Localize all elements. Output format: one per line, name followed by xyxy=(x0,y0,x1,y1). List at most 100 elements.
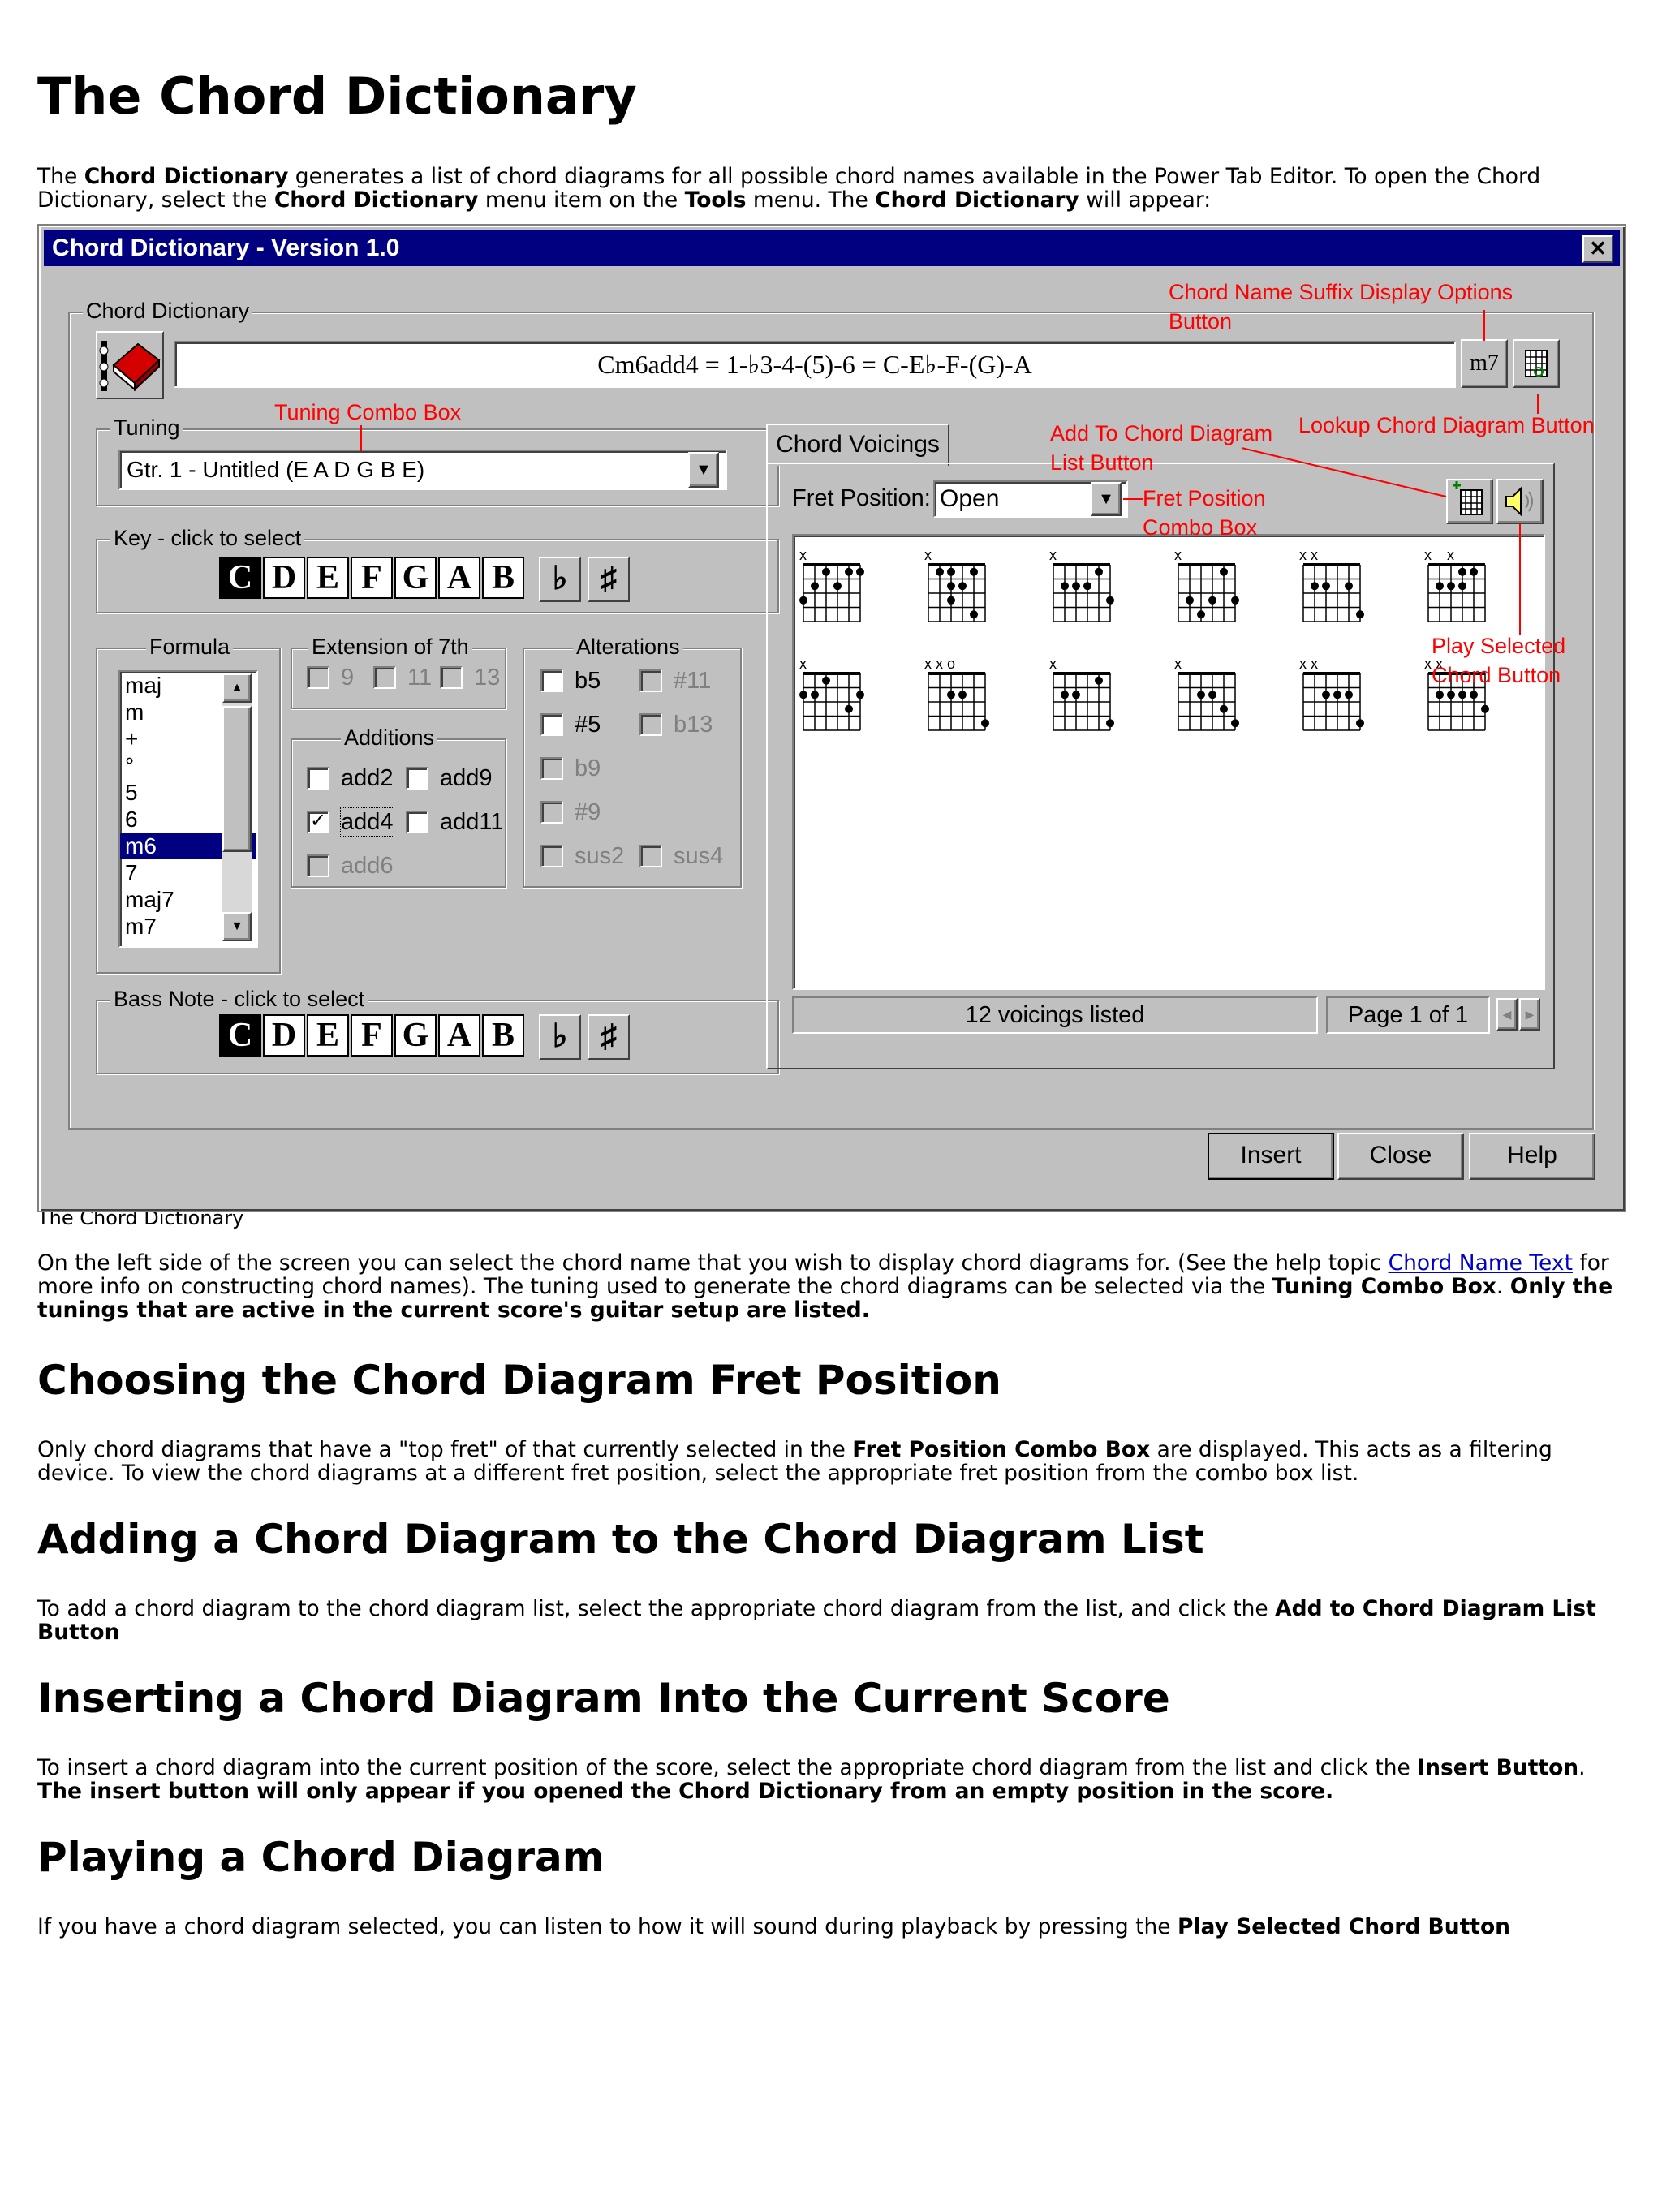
sharp11-checkbox[interactable]: #11 xyxy=(639,667,711,695)
finger-dot xyxy=(1436,691,1444,699)
key-flat-button[interactable]: ♭ xyxy=(539,557,581,602)
finger-dot xyxy=(1447,691,1455,699)
callout-line-suffix xyxy=(1483,310,1485,341)
callout-suffix-options: Chord Name Suffix Display Options Button xyxy=(1169,280,1513,334)
formula-scrollbar[interactable]: ▲ ▼ xyxy=(222,673,252,941)
string-mark: x xyxy=(1424,656,1432,672)
lookup-chord-diagram-button[interactable] xyxy=(1513,339,1560,388)
add-to-chord-diagram-list-button[interactable] xyxy=(1446,479,1493,524)
help-button[interactable]: Help xyxy=(1469,1133,1595,1180)
finger-dot xyxy=(1322,582,1330,591)
prev-page-arrow-icon[interactable]: ◀ xyxy=(1496,998,1518,1031)
insert-button[interactable]: Insert xyxy=(1208,1133,1334,1180)
book-icon[interactable] xyxy=(96,331,164,399)
key-C[interactable]: C xyxy=(219,557,261,599)
bass-C[interactable]: C xyxy=(219,1014,261,1057)
add6-checkbox[interactable]: add6 xyxy=(307,852,394,880)
chord-diagram-10[interactable]: x xyxy=(1174,656,1239,731)
chord-name-text-link[interactable]: Chord Name Text xyxy=(1389,1250,1573,1276)
add4-checkbox[interactable]: ✓ add4 xyxy=(307,807,394,837)
alterations-label: Alterations xyxy=(573,635,683,659)
finger-dot xyxy=(981,719,989,728)
additions-label: Additions xyxy=(341,725,438,750)
string-mark: x xyxy=(1447,547,1454,563)
callout-play-chord: Play Selected Chord Button xyxy=(1432,634,1566,687)
ext-13-checkbox[interactable]: 13 xyxy=(440,664,500,691)
chord-diagram-11[interactable]: xx xyxy=(1299,656,1364,731)
finger-dot xyxy=(1186,596,1194,605)
key-sharp-button[interactable]: ♯ xyxy=(588,557,630,602)
next-page-arrow-icon[interactable]: ▶ xyxy=(1519,998,1540,1031)
close-button[interactable]: Close xyxy=(1337,1133,1464,1180)
chord-diagram-9[interactable]: x xyxy=(1049,656,1114,731)
tuning-dropdown-arrow-icon[interactable]: ▼ xyxy=(688,452,719,488)
bass-E[interactable]: E xyxy=(307,1014,349,1057)
sharp5-checkbox[interactable]: #5 xyxy=(540,711,601,738)
add9-checkbox[interactable]: add9 xyxy=(406,764,493,792)
b5-checkbox[interactable]: b5 xyxy=(540,667,601,695)
key-B[interactable]: B xyxy=(482,557,524,599)
chord-diagram-list[interactable]: xxxxxxxxxxoxxxxxxx xyxy=(792,534,1545,990)
paragraph-left-side: On the left side of the screen you can s… xyxy=(37,1250,1613,1323)
chord-diagram-6[interactable]: xx xyxy=(1424,547,1486,622)
finger-dot xyxy=(799,596,807,605)
ext-11-checkbox[interactable]: 11 xyxy=(373,664,432,691)
tuning-combo-box[interactable]: Gtr. 1 - Untitled (E A D G B E) xyxy=(118,450,727,490)
bass-flat-button[interactable]: ♭ xyxy=(539,1014,581,1060)
finger-dot xyxy=(1072,582,1080,591)
add11-checkbox[interactable]: add11 xyxy=(406,808,504,836)
key-G[interactable]: G xyxy=(394,557,437,599)
chord-diagram-7[interactable]: x xyxy=(799,656,864,731)
close-icon[interactable]: ✕ xyxy=(1582,235,1613,263)
callout-fret-position: Fret Position Combo Box xyxy=(1143,486,1266,540)
chord-diagram-8[interactable]: x ox xyxy=(924,656,989,731)
chord-diagram-3[interactable]: x xyxy=(1049,547,1114,622)
heading-fret-position: Choosing the Chord Diagram Fret Position xyxy=(37,1357,1001,1404)
bass-B[interactable]: B xyxy=(482,1014,524,1057)
finger-dot xyxy=(970,610,978,619)
key-D[interactable]: D xyxy=(263,557,305,599)
callout-line-fret xyxy=(1123,498,1143,500)
key-F[interactable]: F xyxy=(351,557,393,599)
sus4-checkbox[interactable]: sus4 xyxy=(639,842,723,870)
sharp9-checkbox[interactable]: #9 xyxy=(540,798,601,826)
finger-dot xyxy=(1333,691,1341,699)
window-titlebar: Chord Dictionary - Version 1.0 ✕ xyxy=(44,230,1620,266)
bass-D[interactable]: D xyxy=(263,1014,305,1057)
b9-checkbox[interactable]: b9 xyxy=(540,755,601,782)
play-selected-chord-button[interactable] xyxy=(1496,479,1544,524)
fret-dropdown-arrow-icon[interactable]: ▼ xyxy=(1091,482,1122,516)
finger-dot xyxy=(799,691,807,699)
chord-diagram-5[interactable]: xx xyxy=(1299,547,1364,622)
chord-diagram-1[interactable]: x xyxy=(799,547,864,622)
finger-dot xyxy=(1311,582,1319,591)
chord-diagram-2[interactable]: x xyxy=(924,547,986,622)
chord-diagram-4[interactable]: x xyxy=(1174,547,1239,622)
key-label: Key - click to select xyxy=(110,526,305,550)
add2-checkbox[interactable]: add2 xyxy=(307,764,394,792)
bass-G[interactable]: G xyxy=(394,1014,437,1057)
chord-formula-display: Cm6add4 = 1-♭3-4-(5)-6 = C-E♭-F-(G)-A xyxy=(174,341,1456,388)
paragraph-fret-position: Only chord diagrams that have a "top fre… xyxy=(37,1437,1552,1486)
chord-diagrams[interactable]: x x x x x x x xx x ox x x x x x x xyxy=(794,536,1540,985)
suffix-display-options-button[interactable]: m7 xyxy=(1461,339,1508,388)
scroll-thumb[interactable] xyxy=(222,706,252,852)
bass-sharp-button[interactable]: ♯ xyxy=(588,1014,630,1060)
key-A[interactable]: A xyxy=(438,557,480,599)
key-E[interactable]: E xyxy=(307,557,349,599)
bass-note-selector: C D E F G A B ♭ ♯ xyxy=(219,1014,630,1060)
string-mark: x xyxy=(1299,547,1307,563)
finger-dot xyxy=(1197,691,1205,699)
sus2-checkbox[interactable]: sus2 xyxy=(540,842,624,870)
bass-F[interactable]: F xyxy=(351,1014,393,1057)
scroll-up-arrow-icon[interactable]: ▲ xyxy=(222,673,252,703)
string-mark: x xyxy=(1174,656,1182,672)
tab-chord-voicings[interactable]: Chord Voicings xyxy=(766,424,949,466)
string-mark: x xyxy=(1311,547,1318,563)
scroll-down-arrow-icon[interactable]: ▼ xyxy=(222,912,252,941)
finger-dot xyxy=(822,676,830,685)
b13-checkbox[interactable]: b13 xyxy=(639,711,713,738)
bass-A[interactable]: A xyxy=(438,1014,480,1057)
ext-9-checkbox[interactable]: 9 xyxy=(307,664,354,691)
fret-position-label: Fret Position: xyxy=(792,485,931,511)
